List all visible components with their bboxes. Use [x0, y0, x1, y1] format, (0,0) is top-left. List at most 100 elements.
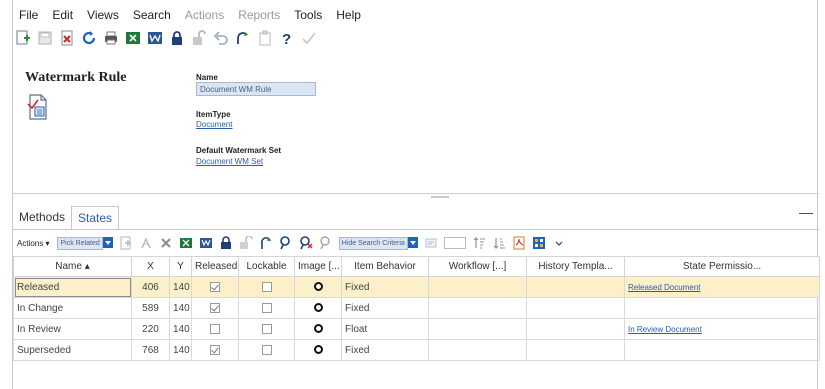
cell-history-template[interactable] — [526, 276, 625, 298]
cell-name[interactable]: In Review — [13, 318, 132, 340]
redo-icon[interactable] — [235, 30, 251, 46]
copy-icon[interactable] — [257, 30, 273, 46]
cell-item-behavior[interactable]: Float — [341, 318, 429, 340]
menu-tools[interactable]: Tools — [288, 6, 330, 24]
minimize-icon[interactable]: — — [799, 204, 813, 220]
columns-icon[interactable] — [532, 236, 546, 250]
column-header-image[interactable]: Image [... — [294, 256, 342, 277]
cell-history-template[interactable] — [526, 297, 625, 319]
cell-y[interactable]: 140 — [169, 318, 192, 340]
tab-methods[interactable]: Methods — [13, 206, 71, 230]
table-row[interactable]: Superseded 768 140 Fixed — [13, 339, 820, 361]
splitter-grip[interactable] — [431, 196, 449, 198]
column-header-x[interactable]: X — [131, 256, 170, 277]
column-header-name[interactable]: Name ▴ — [13, 256, 132, 277]
cell-state-permission[interactable] — [624, 297, 820, 319]
cell-workflow[interactable] — [428, 318, 527, 340]
state-permission-link[interactable]: In Review Document — [628, 325, 702, 334]
cell-item-behavior[interactable]: Fixed — [341, 276, 429, 298]
chevron-down-icon[interactable] — [102, 236, 113, 248]
cell-y[interactable]: 140 — [169, 276, 192, 298]
cell-item-behavior[interactable]: Fixed — [341, 297, 429, 319]
pick-related-select[interactable]: Pick Related — [57, 236, 113, 250]
cell-workflow[interactable] — [428, 297, 527, 319]
default-watermark-set-link[interactable]: Document WM Set — [196, 157, 263, 166]
filter-icon[interactable] — [424, 236, 438, 250]
cell-y[interactable]: 140 — [169, 339, 192, 361]
cell-x[interactable]: 768 — [131, 339, 170, 361]
pick-icon[interactable] — [139, 236, 153, 250]
cell-state-permission[interactable]: Released Document — [624, 276, 820, 298]
cell-item-behavior[interactable]: Fixed — [341, 339, 429, 361]
pdf-icon[interactable] — [512, 236, 526, 250]
cell-workflow[interactable] — [428, 276, 527, 298]
cell-x[interactable]: 406 — [131, 276, 170, 298]
lock-icon[interactable] — [169, 30, 185, 46]
cell-x[interactable]: 220 — [131, 318, 170, 340]
menu-actions[interactable]: Actions — [179, 6, 232, 24]
menu-search[interactable]: Search — [127, 6, 179, 24]
cell-x[interactable]: 589 — [131, 297, 170, 319]
search-icon[interactable] — [279, 236, 293, 250]
sort-asc-icon[interactable] — [472, 236, 486, 250]
delete-icon[interactable] — [59, 30, 75, 46]
table-row[interactable]: Released 406 140 Fixed Released Document — [13, 276, 820, 298]
check-icon[interactable] — [301, 30, 317, 46]
cell-name[interactable]: Released — [13, 276, 132, 298]
cell-name[interactable]: Superseded — [13, 339, 132, 361]
menu-reports[interactable]: Reports — [232, 6, 288, 24]
column-header-released[interactable]: Released — [191, 256, 239, 277]
cell-y[interactable]: 140 — [169, 297, 192, 319]
excel-export-icon[interactable] — [179, 236, 193, 250]
hide-search-criteria-select[interactable]: Hide Search Criteria — [338, 236, 418, 250]
menu-edit[interactable]: Edit — [46, 6, 81, 24]
refresh-icon[interactable] — [81, 30, 97, 46]
lockable-checkbox[interactable] — [261, 281, 272, 292]
lockable-checkbox[interactable] — [261, 344, 272, 355]
cell-name[interactable]: In Change — [13, 297, 132, 319]
add-row-icon[interactable] — [119, 236, 133, 250]
unlock-icon[interactable] — [191, 30, 207, 46]
table-row[interactable]: In Review 220 140 Float In Review Document — [13, 318, 820, 340]
column-header-y[interactable]: Y — [169, 256, 192, 277]
table-row[interactable]: In Change 589 140 Fixed — [13, 297, 820, 319]
save-icon[interactable] — [37, 30, 53, 46]
cell-history-template[interactable] — [526, 318, 625, 340]
released-checkbox[interactable] — [210, 323, 220, 334]
column-header-state-permission[interactable]: State Permissio... — [624, 256, 820, 277]
cell-state-permission[interactable]: In Review Document — [624, 318, 820, 340]
column-header-workflow[interactable]: Workflow [...] — [428, 256, 527, 277]
tab-states[interactable]: States — [71, 206, 120, 230]
sort-desc-icon[interactable] — [492, 236, 506, 250]
column-header-history-template[interactable]: History Templa... — [526, 256, 625, 277]
itemtype-link[interactable]: Document — [196, 120, 232, 129]
help-icon[interactable]: ? — [279, 30, 295, 46]
menu-views[interactable]: Views — [81, 6, 127, 24]
cell-workflow[interactable] — [428, 339, 527, 361]
search-criteria-icon[interactable] — [319, 236, 333, 250]
cell-history-template[interactable] — [526, 339, 625, 361]
column-header-item-behavior[interactable]: Item Behavior — [341, 256, 429, 277]
new-icon[interactable] — [15, 30, 31, 46]
menu-file[interactable]: File — [13, 6, 46, 24]
excel-icon[interactable] — [125, 30, 141, 46]
more-chevron-icon[interactable] — [552, 236, 566, 250]
lockable-checkbox[interactable] — [261, 323, 272, 334]
grid-redo-icon[interactable] — [259, 236, 273, 250]
grid-lock-icon[interactable] — [219, 236, 233, 250]
print-icon[interactable] — [103, 30, 119, 46]
grid-unlock-icon[interactable] — [239, 236, 253, 250]
page-size-input[interactable] — [443, 237, 466, 249]
name-field[interactable]: Document WM Rule — [196, 82, 316, 96]
clear-search-icon[interactable] — [299, 236, 313, 250]
released-checkbox[interactable] — [210, 302, 220, 313]
menu-help[interactable]: Help — [330, 6, 369, 24]
chevron-down-icon[interactable] — [407, 236, 418, 248]
state-permission-link[interactable]: Released Document — [628, 283, 700, 292]
released-checkbox[interactable] — [210, 344, 220, 355]
actions-menu[interactable]: Actions ▾ — [17, 239, 49, 248]
released-checkbox[interactable] — [210, 281, 220, 292]
lockable-checkbox[interactable] — [261, 302, 272, 313]
delete-row-icon[interactable] — [159, 236, 173, 250]
word-icon[interactable] — [147, 30, 163, 46]
